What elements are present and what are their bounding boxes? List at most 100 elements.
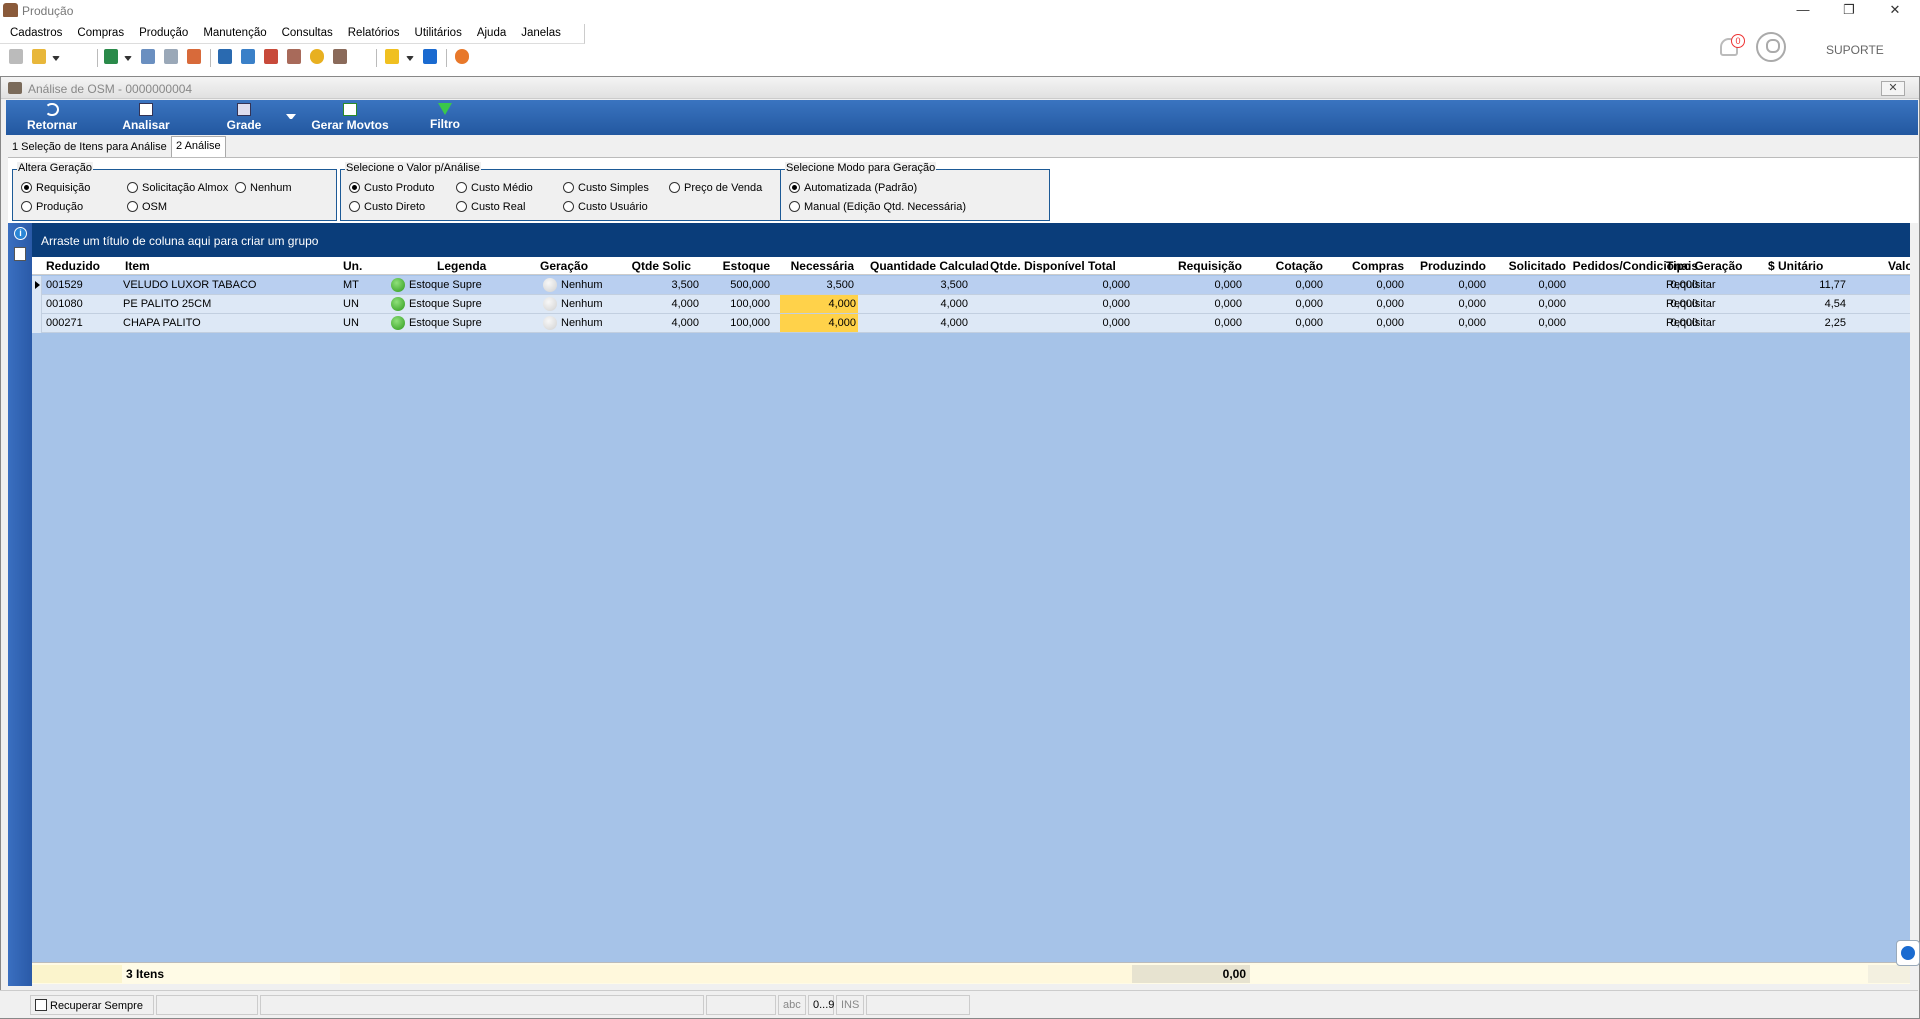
new-doc-icon[interactable] <box>9 49 23 64</box>
remote-support-icon[interactable] <box>1896 940 1920 966</box>
col-compras[interactable]: Compras <box>1328 259 1404 273</box>
radio-custo-medio[interactable]: Custo Médio <box>456 182 533 194</box>
cell-necessaria[interactable]: 4,000 <box>780 295 858 313</box>
schedule-icon[interactable] <box>287 49 301 64</box>
restore-button[interactable]: ❐ <box>1826 0 1872 22</box>
col-estoque[interactable]: Estoque <box>702 259 770 273</box>
notifications-button[interactable]: 0 <box>1716 32 1745 62</box>
status-panel <box>156 995 258 1015</box>
menu-manutencao[interactable]: Manutenção <box>193 24 271 39</box>
col-solicitado[interactable]: Solicitado <box>1490 259 1566 273</box>
cell-un: MT <box>343 279 359 291</box>
calendar-30-icon[interactable] <box>264 49 278 64</box>
tab-strip: 1 Seleção de Itens para Análise 2 Anális… <box>8 136 308 158</box>
page-icon[interactable] <box>14 247 26 261</box>
col-qtde-solic[interactable]: Qtde Solic <box>627 259 691 273</box>
col-tipo-geracao[interactable]: Tipo Geração <box>1666 259 1766 273</box>
col-requisicao[interactable]: Requisição <box>1132 259 1242 273</box>
menu-cadastros[interactable]: Cadastros <box>0 24 67 39</box>
cart-dropdown-icon[interactable] <box>124 56 132 61</box>
col-unitario[interactable]: $ Unitário <box>1768 259 1858 273</box>
radio-custo-simples[interactable]: Custo Simples <box>563 182 649 194</box>
col-qtde-disponivel[interactable]: Qtde. Disponível Total <box>990 259 1130 273</box>
modo-geracao-group: Selecione Modo para Geração Automatizada… <box>780 162 1050 221</box>
group-by-bar[interactable]: Arraste um título de coluna aqui para cr… <box>32 223 1910 257</box>
cell-qtde: 4,000 <box>671 317 699 329</box>
col-cotacao[interactable]: Cotação <box>1248 259 1323 273</box>
cell-prod: 0,000 <box>1458 298 1486 310</box>
col-legenda[interactable]: Legenda <box>437 259 517 273</box>
table-row[interactable]: 001080 PE PALITO 25CM UN Estoque Supre N… <box>32 295 1910 314</box>
col-un[interactable]: Un. <box>343 259 373 273</box>
grade-button[interactable]: Grade <box>214 103 274 133</box>
folder-icon[interactable] <box>32 49 46 64</box>
col-necessaria[interactable]: Necessária <box>780 259 854 273</box>
tab-selecao[interactable]: 1 Seleção de Itens para Análise <box>8 138 171 158</box>
calendar-icon[interactable] <box>187 49 201 64</box>
cell-necessaria[interactable]: 3,500 <box>780 279 854 291</box>
radio-custo-produto[interactable]: Custo Produto <box>349 182 434 194</box>
grid-header: Reduzido Item Un. Legenda Geração Qtde S… <box>32 257 1910 275</box>
recuperar-sempre-checkbox[interactable]: Recuperar Sempre <box>30 995 154 1015</box>
col-produzindo[interactable]: Produzindo <box>1410 259 1486 273</box>
user-avatar-icon[interactable] <box>1756 32 1786 62</box>
radio-preco-venda[interactable]: Preço de Venda <box>669 182 762 194</box>
filtro-button[interactable]: Filtro <box>420 103 470 133</box>
radio-custo-real[interactable]: Custo Real <box>456 201 525 213</box>
table-row[interactable]: 000271 CHAPA PALITO UN Estoque Supre Nen… <box>32 314 1910 333</box>
table-row[interactable]: 001529 VELUDO LUXOR TABACO MT Estoque Su… <box>32 276 1910 295</box>
star-dropdown-icon[interactable] <box>406 56 414 61</box>
retornar-button[interactable]: Retornar <box>22 103 82 133</box>
col-item[interactable]: Item <box>125 259 325 273</box>
cell-cot: 0,000 <box>1295 298 1323 310</box>
menu-consultas[interactable]: Consultas <box>272 24 338 39</box>
info-icon[interactable] <box>423 49 437 64</box>
radio-manual[interactable]: Manual (Edição Qtd. Necessária) <box>789 201 966 213</box>
lock-icon[interactable] <box>310 49 324 64</box>
menu-janelas[interactable]: Janelas <box>511 24 566 39</box>
menu-relatorios[interactable]: Relatórios <box>338 24 405 39</box>
radio-custo-direto[interactable]: Custo Direto <box>349 201 425 213</box>
child-close-button[interactable]: ✕ <box>1881 81 1905 96</box>
menu-compras[interactable]: Compras <box>67 24 129 39</box>
tab-analise[interactable]: 2 Análise <box>171 136 226 158</box>
star-icon[interactable] <box>385 49 399 64</box>
cell-necessaria[interactable]: 4,000 <box>780 314 858 332</box>
col-geracao[interactable]: Geração <box>540 259 620 273</box>
folder-dropdown-icon[interactable] <box>52 56 60 61</box>
grid-icon <box>139 103 153 116</box>
search-doc-icon[interactable] <box>333 49 347 64</box>
status-bar: Recuperar Sempre abc 0...9 INS <box>0 990 1918 1018</box>
radio-custo-usuario[interactable]: Custo Usuário <box>563 201 648 213</box>
user-name[interactable]: SUPORTE <box>1826 43 1884 57</box>
people-icon[interactable] <box>141 49 155 64</box>
radio-solicitacao-almox[interactable]: Solicitação Almox <box>127 182 228 194</box>
close-window-button[interactable]: ✕ <box>1872 0 1918 22</box>
cell-cot: 0,000 <box>1295 279 1323 291</box>
menu-utilitarios[interactable]: Utilitários <box>405 24 467 39</box>
report-icon[interactable] <box>218 49 232 64</box>
col-reduzido[interactable]: Reduzido <box>46 259 110 273</box>
minimize-button[interactable]: — <box>1780 0 1826 22</box>
cart-icon[interactable] <box>104 49 118 64</box>
analisar-button[interactable]: Analisar <box>116 103 176 133</box>
cell-tipo: Requisitar <box>1666 279 1716 291</box>
radio-osm[interactable]: OSM <box>127 201 167 213</box>
radio-automatizada[interactable]: Automatizada (Padrão) <box>789 182 917 194</box>
gerar-movtos-button[interactable]: Gerar Movtos <box>306 103 394 133</box>
power-icon[interactable] <box>455 49 469 64</box>
info-icon[interactable]: i <box>14 227 27 240</box>
main-toolbar <box>0 46 480 72</box>
col-valor[interactable]: Valor <box>1888 259 1910 273</box>
print-icon[interactable] <box>164 49 178 64</box>
menu-ajuda[interactable]: Ajuda <box>467 24 511 39</box>
radio-requisicao[interactable]: Requisição <box>21 182 90 194</box>
cell-prod: 0,000 <box>1458 279 1486 291</box>
radio-nenhum[interactable]: Nenhum <box>235 182 292 194</box>
radio-producao[interactable]: Produção <box>21 201 83 213</box>
calculator-icon[interactable] <box>241 49 255 64</box>
grade-dropdown-icon[interactable] <box>286 114 296 119</box>
col-quantidade-calculada[interactable]: Quantidade Calculada <box>870 259 988 273</box>
cell-solic: 0,000 <box>1538 298 1566 310</box>
menu-producao[interactable]: Produção <box>129 24 193 39</box>
